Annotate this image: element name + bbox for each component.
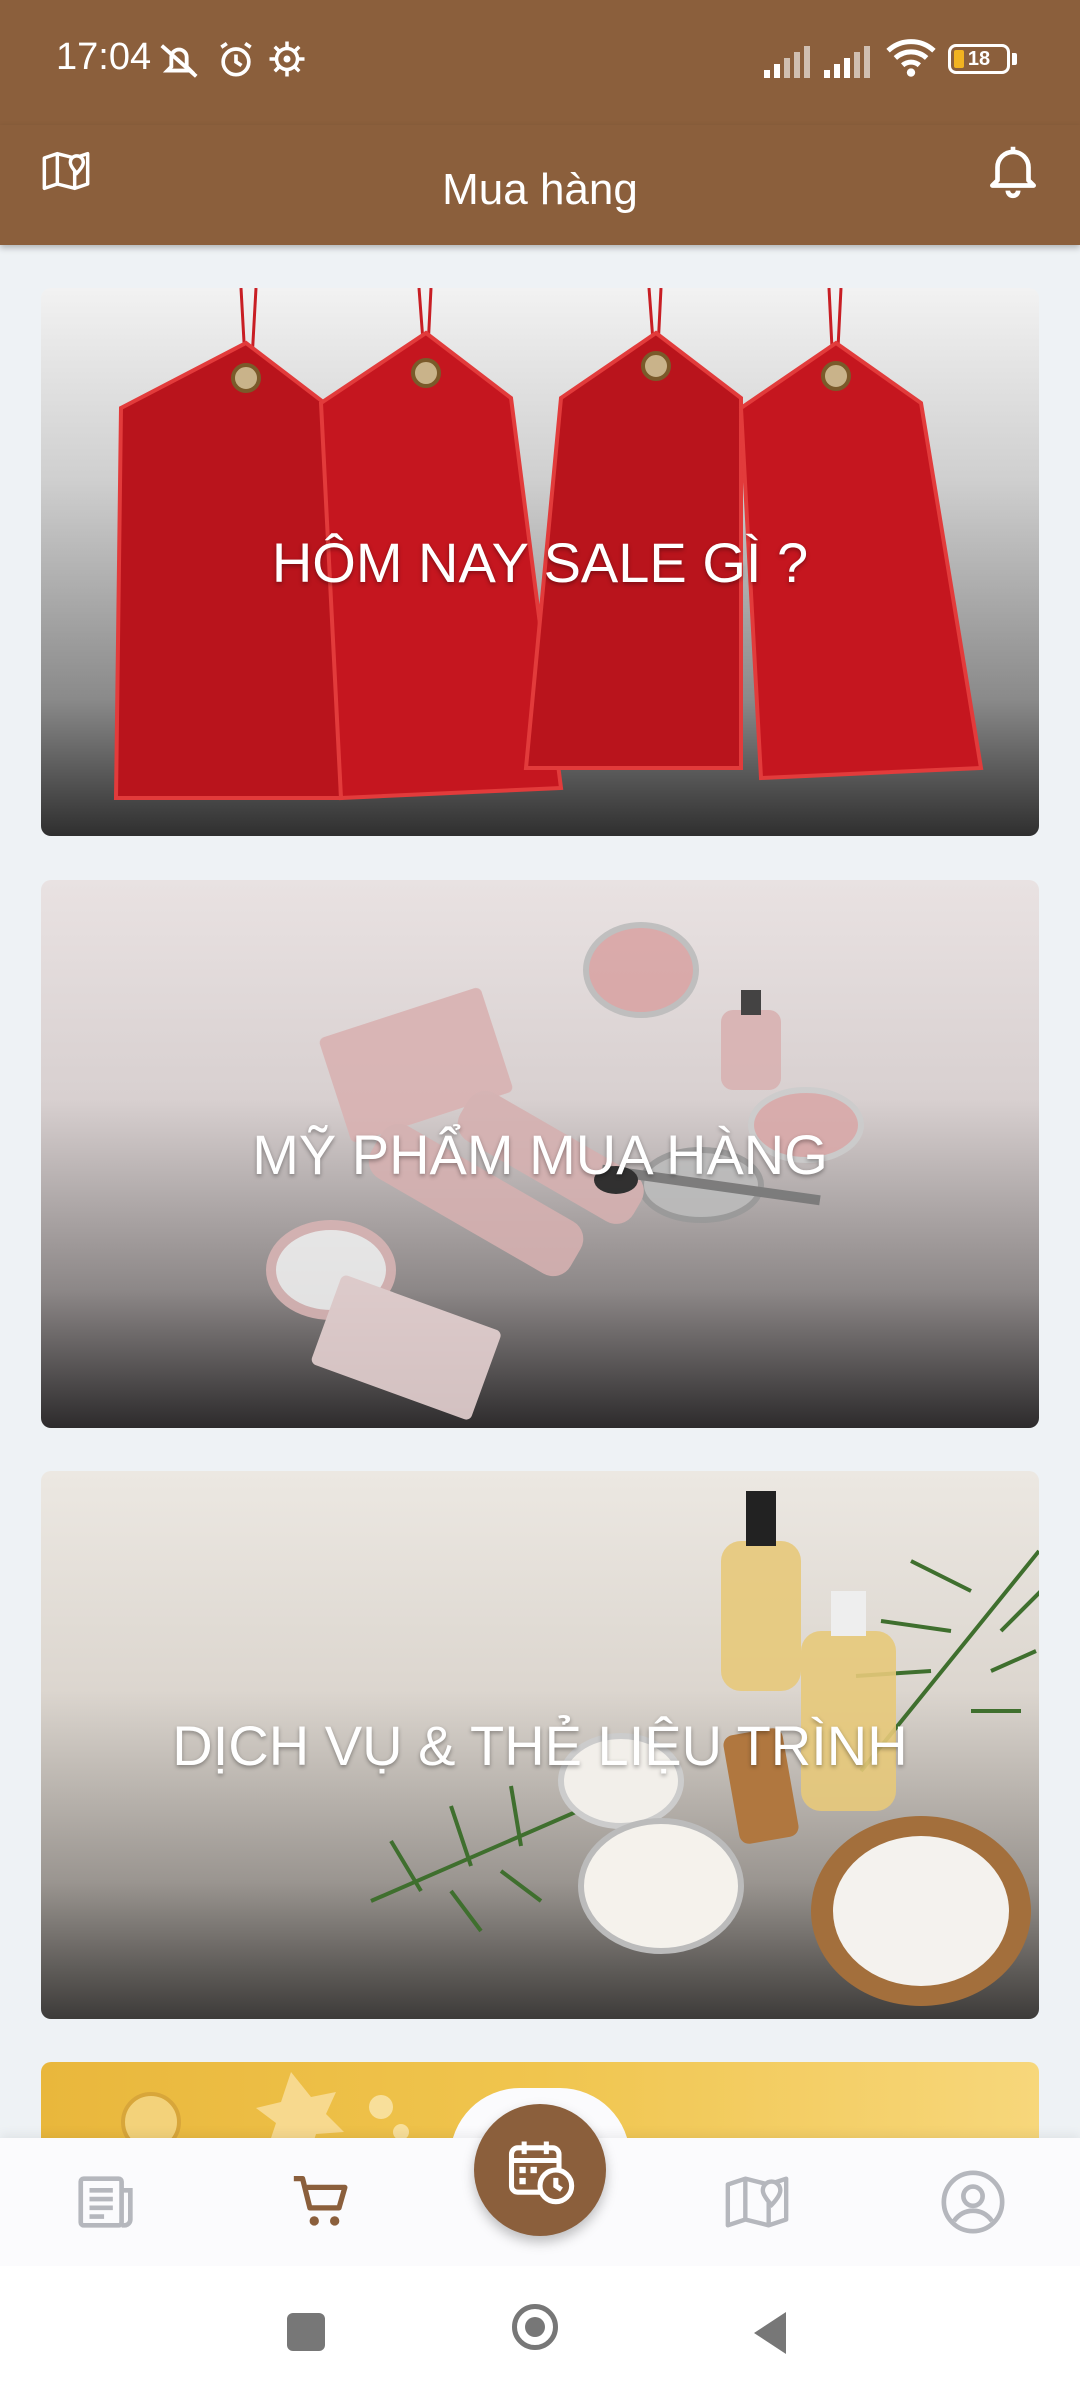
back-icon[interactable] — [750, 2310, 790, 2356]
sale-card[interactable]: HÔM NAY SALE GÌ ? — [41, 288, 1039, 836]
recent-apps-icon[interactable] — [287, 2313, 325, 2351]
battery-level: 18 — [967, 48, 991, 70]
profile-icon[interactable] — [938, 2167, 1008, 2237]
bell-icon[interactable] — [982, 139, 1044, 201]
system-navigation-bar — [0, 2266, 1080, 2400]
mute-icon — [160, 44, 198, 78]
battery-icon: 18 — [948, 44, 1010, 74]
cart-icon[interactable] — [288, 2167, 358, 2237]
page-title: Mua hàng — [442, 165, 638, 214]
map-pin-icon[interactable] — [722, 2167, 792, 2237]
calendar-clock-icon — [508, 2141, 575, 2205]
news-icon[interactable] — [72, 2167, 142, 2237]
booking-button[interactable] — [474, 2104, 606, 2236]
home-button-icon[interactable] — [512, 2304, 558, 2350]
status-time: 17:04 — [56, 36, 152, 78]
sale-card-label: HÔM NAY SALE GÌ ? — [271, 530, 809, 594]
alarm-icon — [220, 41, 252, 77]
cosmetics-card[interactable]: MỸ PHẨM MUA HÀNG — [41, 880, 1039, 1428]
cosmetics-card-label: MỸ PHẨM MUA HÀNG — [252, 1122, 828, 1186]
services-card[interactable]: DỊCH VỤ & THẺ LIỆU TRÌNH — [41, 1471, 1039, 2019]
status-bar: 17:04 18 — [0, 0, 1080, 125]
wifi-icon — [886, 39, 936, 77]
app-header: Mua hàng — [0, 125, 1080, 245]
settings-icon — [269, 41, 305, 77]
battery-tip — [1012, 53, 1017, 65]
signal-icon — [764, 46, 810, 78]
signal-icon — [824, 46, 870, 78]
services-card-label: DỊCH VỤ & THẺ LIỆU TRÌNH — [172, 1713, 908, 1777]
